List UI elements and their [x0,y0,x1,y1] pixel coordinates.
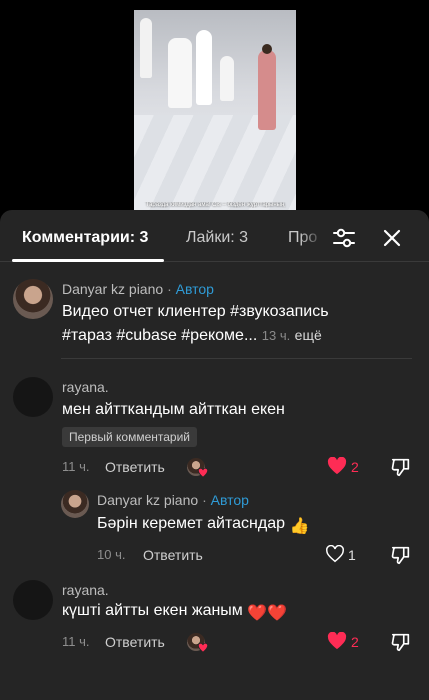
like-count: 2 [351,459,359,475]
thumbs-down-icon[interactable] [390,631,412,653]
video-thumbnail[interactable]: Таразда кимиздан ама! Cis – бізден журтт… [134,10,296,210]
tab-bar: Комментарии: 3 Лайки: 3 Про [0,210,429,262]
video-figure [168,38,192,108]
reply-button[interactable]: Ответить [105,458,165,476]
heart-outline-icon[interactable] [325,545,345,563]
commenter-name[interactable]: rayana. [62,378,109,396]
caption-line-1: Видео отчет клиентер #звукозапись [62,303,329,320]
caption-time: 13 ч. [261,328,291,343]
name-separator: · [167,281,172,297]
sliders-icon [333,228,355,248]
video-figure [220,56,234,101]
tab-comments[interactable]: Комментарии: 3 [22,228,148,248]
reply-author-name[interactable]: Danyar kz piano [97,492,198,508]
reply-button[interactable]: Ответить [105,633,165,651]
comment-time: 11 ч. [62,459,90,474]
reply-text: Бәрін керемет айтасндар [97,515,285,532]
comment-text-line: күшті айтты екен жаным ❤️❤️ [62,599,287,626]
first-comment-badge: Первый комментарий [62,427,197,447]
creator-heart-icon [198,643,208,653]
thumbs-down-icon[interactable] [390,544,412,566]
heart-icon[interactable] [327,457,347,475]
close-button[interactable] [377,223,407,253]
reply-text-line: Бәрін керемет айтасндар 👍 [97,512,309,539]
close-icon [383,229,401,247]
video-figure [140,18,152,78]
creator-heart-icon [198,468,208,478]
caption-line-2: #тараз #cubase #рекоме... 13 ч. ещё [62,323,322,348]
filter-button[interactable] [330,224,358,252]
like-count: 2 [351,634,359,650]
commenter-avatar[interactable] [13,377,53,417]
divider [61,358,412,359]
author-tag: Автор [175,281,214,297]
heart-icon[interactable] [327,632,347,650]
video-figure [262,44,272,54]
commenter-avatar[interactable] [13,580,53,620]
thumbs-down-icon[interactable] [390,456,412,478]
tab-fade [300,220,324,256]
author-tag: Автор [210,492,249,508]
video-figure [258,50,276,130]
commenter-name[interactable]: rayana. [62,581,109,599]
thumbs-up-emoji: 👍 [289,518,310,535]
reply-name-line: Danyar kz piano · Автор [97,491,249,509]
comment-text: күшті айтты екен жаным [62,602,243,619]
hearts-emoji: ❤️❤️ [247,605,288,622]
author-name-line: Danyar kz piano · Автор [62,280,214,298]
caption-text: #тараз #cubase #рекоме... [62,327,258,344]
tab-underline [12,259,164,262]
video-figure [196,30,212,105]
author-avatar[interactable] [13,279,53,319]
comment-time: 11 ч. [62,634,90,649]
tab-likes[interactable]: Лайки: 3 [186,228,248,248]
author-name[interactable]: Danyar kz piano [62,281,163,297]
reply-time: 10 ч. [97,547,126,562]
video-area[interactable]: Таразда кимиздан ама! Cis – бізден журтт… [0,0,429,215]
like-count: 1 [348,547,356,563]
comment-text: мен айтткандым айтткан екен [62,401,285,418]
comments-sheet: Комментарии: 3 Лайки: 3 Про Danyar kz pi… [0,210,429,700]
name-separator: · [202,492,207,508]
reply-button[interactable]: Ответить [143,546,203,564]
reply-author-avatar[interactable] [61,490,89,518]
video-caption: Таразда кимиздан ама! Cis – бізден журтт… [145,202,285,208]
more-link[interactable]: ещё [295,327,322,343]
